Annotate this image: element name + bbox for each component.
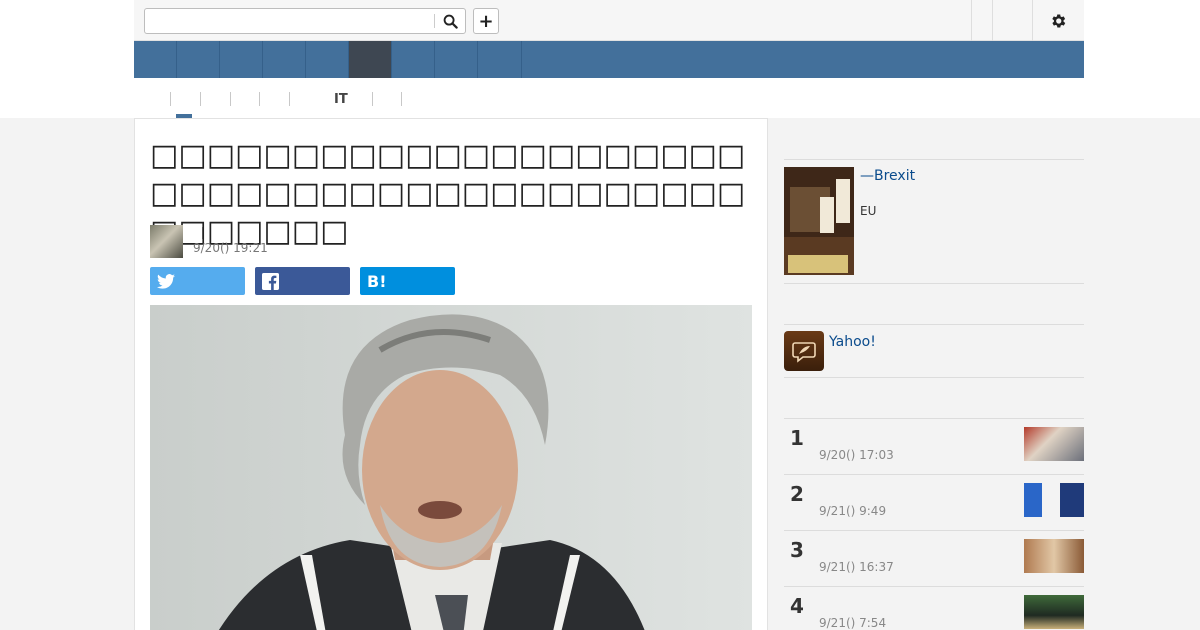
subnav-divider	[170, 92, 171, 106]
ranking-item[interactable]: 3 9/21() 16:37	[784, 530, 1084, 586]
rank-thumbnail	[1024, 483, 1084, 517]
category-nav	[134, 41, 1084, 78]
ranking-item[interactable]: 1 9/20() 17:03	[784, 418, 1084, 474]
author-separator	[202, 227, 203, 239]
photo-illustration	[150, 305, 752, 630]
nav-item[interactable]	[263, 41, 306, 78]
search-input[interactable]	[149, 12, 429, 30]
rank-date: 9/21() 16:37	[819, 560, 894, 574]
rank-number: 1	[790, 426, 804, 450]
facebook-icon	[262, 272, 279, 290]
nav-item-active[interactable]	[349, 41, 392, 78]
author-avatar[interactable]	[150, 225, 183, 258]
toolbar-divider	[971, 0, 972, 41]
rank-date: 9/21() 7:54	[819, 616, 887, 630]
share-twitter-button[interactable]	[150, 267, 245, 295]
yahoo-link[interactable]: Yahoo!	[829, 334, 876, 350]
rank-date: 9/21() 9:49	[819, 504, 887, 518]
feather-icon	[792, 342, 816, 363]
sidebar-divider	[784, 324, 1084, 325]
nav-item[interactable]	[478, 41, 522, 78]
article-photo	[150, 305, 752, 630]
book-cover-art	[784, 167, 854, 275]
nav-item[interactable]	[392, 41, 435, 78]
sidebar-divider	[784, 159, 1084, 160]
nav-item[interactable]	[134, 41, 177, 78]
nav-item[interactable]	[435, 41, 478, 78]
toolbar-divider	[992, 0, 993, 41]
nav-item[interactable]	[177, 41, 220, 78]
subnav-divider	[200, 92, 201, 106]
subnav-divider	[289, 92, 290, 106]
twitter-icon	[157, 273, 175, 289]
search-button[interactable]	[439, 11, 461, 31]
share-facebook-button[interactable]	[255, 267, 350, 295]
settings-button[interactable]	[1047, 10, 1069, 32]
subnav-divider	[259, 92, 260, 106]
share-hatena-button[interactable]: B!	[360, 267, 455, 295]
ranking-item[interactable]: 2 9/21() 9:49	[784, 474, 1084, 530]
rank-thumbnail	[1024, 427, 1084, 461]
rank-number: 4	[790, 594, 804, 618]
book-title-link[interactable]: —Brexit	[860, 168, 915, 184]
gear-icon	[1052, 14, 1066, 28]
sidebar-divider	[784, 377, 1084, 378]
ranking-item[interactable]: 4 9/21() 7:54	[784, 586, 1084, 630]
book-subtitle: EU	[860, 204, 877, 218]
rank-date: 9/20() 17:03	[819, 448, 894, 462]
yahoo-author-icon[interactable]	[784, 331, 824, 371]
subnav-divider	[372, 92, 373, 106]
article-column: □□□□□□□□□□□□□□□□□□□□□□□□□□□□□□□□□□□□□□□□…	[134, 118, 768, 630]
book-cover[interactable]	[784, 167, 854, 275]
rank-thumbnail	[1024, 595, 1084, 629]
sub-nav: IT	[134, 78, 1084, 118]
hatena-bookmark-label: B!	[367, 271, 387, 291]
rank-number: 2	[790, 482, 804, 506]
article-title: □□□□□□□□□□□□□□□□□□□□□□□□□□□□□□□□□□□□□□□□…	[150, 138, 746, 249]
toolbar-divider	[1032, 0, 1033, 41]
subnav-item-it[interactable]: IT	[334, 92, 348, 108]
nav-item[interactable]	[220, 41, 263, 78]
nav-item[interactable]	[306, 41, 349, 78]
search-separator	[434, 14, 435, 28]
subnav-divider	[401, 92, 402, 106]
sidebar-divider	[784, 283, 1084, 284]
search-box	[144, 8, 466, 34]
article-date: 9/20() 19:21	[193, 241, 268, 255]
top-bar: +	[134, 0, 1084, 41]
subnav-divider	[230, 92, 231, 106]
add-button[interactable]: +	[473, 8, 499, 34]
rank-thumbnail	[1024, 539, 1084, 573]
rank-number: 3	[790, 538, 804, 562]
search-icon	[443, 14, 458, 29]
